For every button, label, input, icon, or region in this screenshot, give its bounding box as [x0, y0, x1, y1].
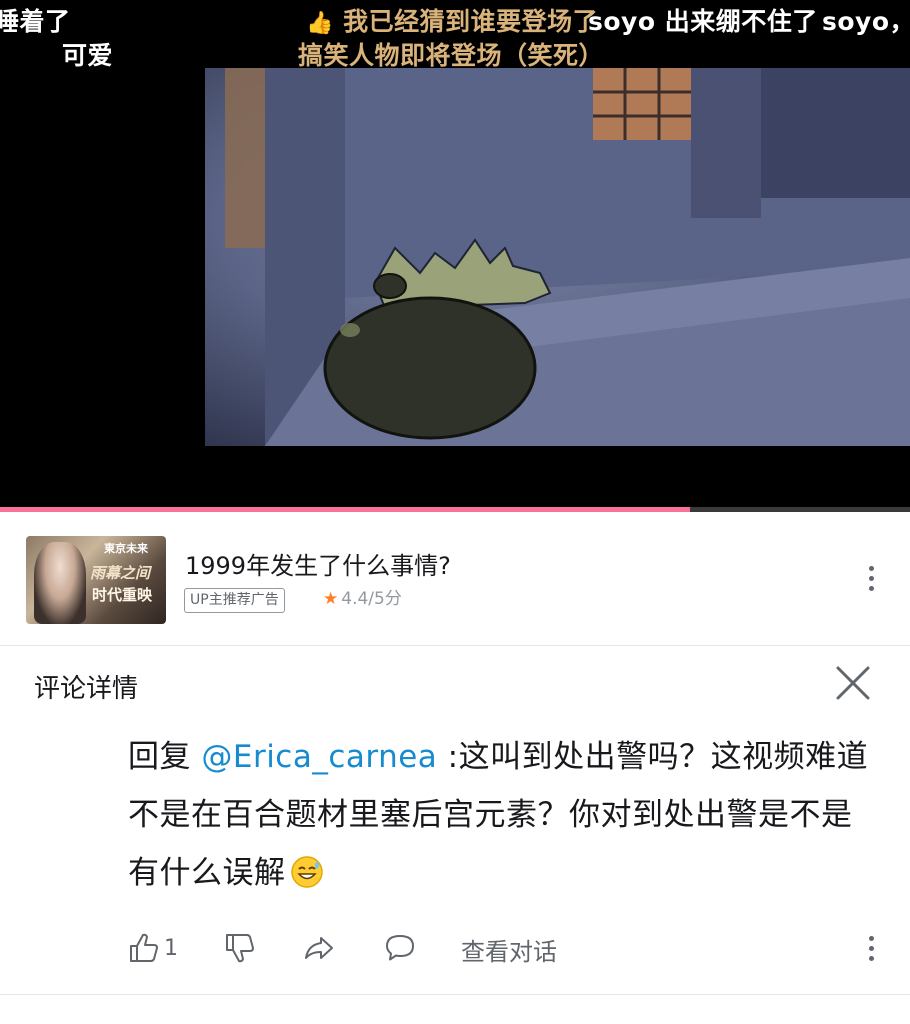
- like-button[interactable]: 1: [126, 928, 178, 968]
- share-arrow-icon: [305, 937, 333, 959]
- sweat-smile-emoji-icon: [290, 850, 324, 888]
- danmaku-comment: 👍 我已经猜到谁要登场了: [306, 7, 599, 36]
- comment-text: 回复 @Erica_carnea :这叫到处出警吗？这视频难道不是在百合题材里塞…: [128, 728, 878, 902]
- ad-title[interactable]: 1999年发生了什么事情?: [185, 546, 451, 581]
- user-mention-link[interactable]: @Erica_carnea: [201, 739, 437, 775]
- ad-thumbnail-text: 时代重映: [92, 586, 153, 604]
- danmaku-comment: 搞笑人物即将登场（笑死）: [298, 41, 605, 70]
- thumbs-up-icon: 👍: [306, 11, 334, 36]
- like-count: 1: [164, 935, 178, 961]
- divider: [0, 994, 910, 995]
- ad-rating: ★ 4.4/5分: [323, 588, 402, 611]
- danmaku-comment: 可爱: [62, 41, 114, 70]
- ad-thumbnail-character: [34, 542, 86, 624]
- video-player[interactable]: 睡着了 可爱 👍 我已经猜到谁要登场了 soyo 出来绷不住了 soyo， 搞笑…: [0, 0, 910, 512]
- reply-button[interactable]: [382, 928, 418, 968]
- page-title: 评论详情: [34, 674, 139, 704]
- video-scene-illustration: [225, 68, 910, 446]
- danmaku-comment: 睡着了: [0, 7, 71, 36]
- dislike-button[interactable]: [222, 928, 258, 968]
- ad-thumbnail[interactable]: 東京未来 雨幕之间 时代重映: [26, 536, 166, 624]
- danmaku-comment: soyo，: [822, 7, 910, 36]
- ad-badge: UP主推荐广告: [184, 588, 285, 613]
- ad-thumbnail-text: 雨幕之间: [90, 564, 151, 582]
- comment-more-options-icon[interactable]: [867, 936, 875, 961]
- comment-action-bar: 1 查看对话: [0, 918, 910, 978]
- video-frame: [205, 68, 910, 446]
- danmaku-comment: soyo 出来绷不住了: [588, 7, 818, 36]
- ad-rating-value: 4.4/5分: [341, 589, 402, 609]
- close-icon[interactable]: [834, 664, 872, 702]
- share-button[interactable]: [301, 928, 337, 968]
- chat-bubble-icon: [386, 935, 414, 961]
- ad-more-options-icon[interactable]: [867, 566, 875, 591]
- reply-prefix: 回复: [128, 739, 202, 775]
- thumbs-down-icon: [226, 934, 254, 963]
- ad-card[interactable]: 東京未来 雨幕之间 时代重映 1999年发生了什么事情? UP主推荐广告 ★ 4.…: [0, 512, 910, 646]
- comment-detail-header: 评论详情: [0, 646, 910, 724]
- ad-thumbnail-text: 東京未来: [104, 542, 148, 555]
- thumbs-up-icon: [130, 933, 158, 962]
- star-icon: ★: [323, 589, 339, 609]
- view-conversation-link[interactable]: 查看对话: [461, 932, 557, 967]
